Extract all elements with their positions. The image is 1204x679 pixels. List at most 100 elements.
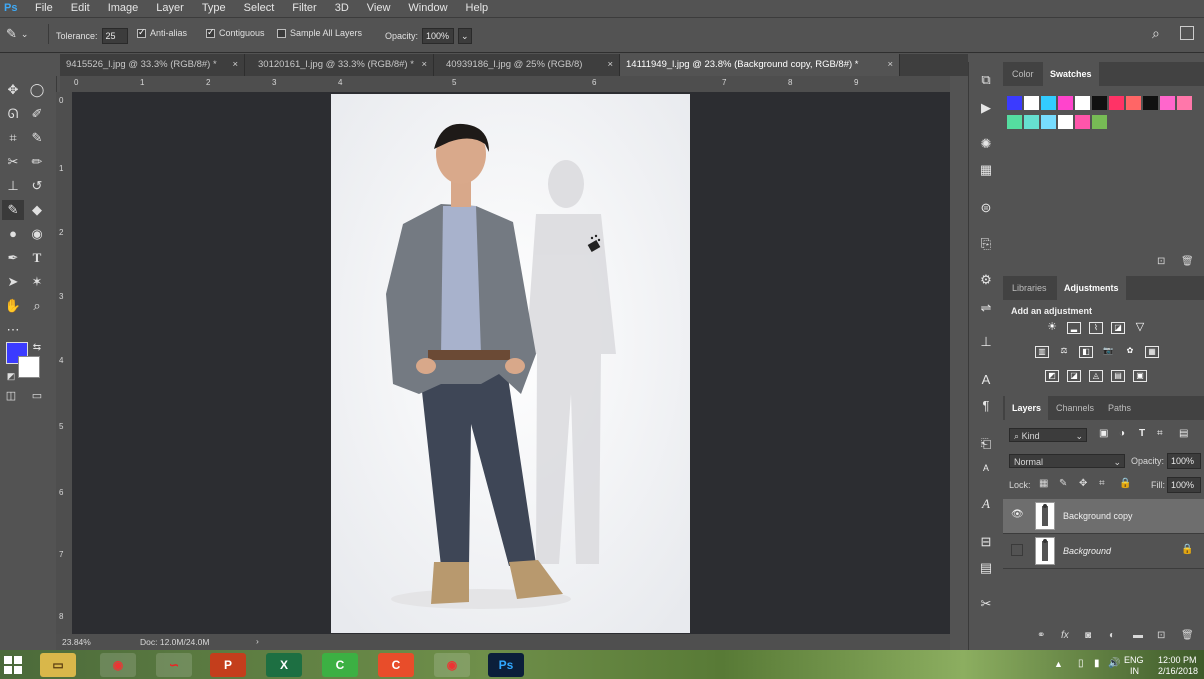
layer-name[interactable]: Background copy xyxy=(1063,511,1133,521)
levels-icon[interactable]: ▂ xyxy=(1067,322,1081,334)
tab-document-3[interactable]: 40939186_l.jpg @ 25% (RGB/8) × xyxy=(440,54,620,76)
tab-color[interactable]: Color xyxy=(1005,62,1041,86)
brush-settings-icon[interactable]: ✺ xyxy=(975,134,997,154)
color-swatch[interactable] xyxy=(1041,115,1056,129)
filter-type-icon[interactable]: T xyxy=(1139,428,1145,439)
curves-icon[interactable]: ⌇ xyxy=(1089,322,1103,334)
filter-kind-dropdown[interactable]: ⌕ Kind ⌄ xyxy=(1009,428,1087,442)
character-icon[interactable]: A xyxy=(975,370,997,390)
color-swatch[interactable] xyxy=(1007,115,1022,129)
notes-icon[interactable]: ▤ xyxy=(975,558,997,578)
color-swatch[interactable] xyxy=(1092,115,1107,129)
menu-edit[interactable]: Edit xyxy=(62,2,99,14)
elliptical-marquee-icon[interactable]: ◯ xyxy=(26,80,48,100)
history-icon[interactable]: ⧉ xyxy=(975,70,997,90)
tab-document-4[interactable]: 14111949_l.jpg @ 23.8% (Background copy,… xyxy=(620,54,900,76)
brush-tool-icon[interactable]: ✏ xyxy=(26,152,48,172)
exposure-icon[interactable]: ◪ xyxy=(1111,322,1125,334)
opacity-input[interactable]: 100% xyxy=(422,28,455,44)
color-swatch[interactable] xyxy=(1024,115,1039,129)
swap-colors-icon[interactable]: ⇆ xyxy=(26,338,48,358)
glyphs-icon[interactable]: A xyxy=(975,494,997,514)
tab-libraries[interactable]: Libraries xyxy=(1005,276,1054,300)
move-tool-icon[interactable]: ✥ xyxy=(2,80,24,100)
clone-source-icon[interactable]: ⎘ xyxy=(975,234,997,254)
pen-tool-icon[interactable]: ✒ xyxy=(2,248,24,268)
actions-play-icon[interactable]: ▶ xyxy=(975,98,997,118)
color-swatch[interactable] xyxy=(1058,115,1073,129)
custom-shape-icon[interactable]: ✶ xyxy=(26,272,48,292)
battery-icon[interactable]: ▯ xyxy=(1078,658,1084,669)
screen-mode-icon[interactable]: ▭ xyxy=(26,386,48,406)
chevron-right-icon[interactable]: › xyxy=(256,636,259,646)
menu-window[interactable]: Window xyxy=(399,2,456,14)
color-swatch[interactable] xyxy=(1041,96,1056,110)
styles-icon[interactable]: ⎗ xyxy=(975,434,997,454)
crop-tool-icon[interactable]: ⌗ xyxy=(2,128,24,148)
network-icon[interactable]: ▮ xyxy=(1094,658,1100,669)
tool-presets-icon[interactable]: ⚙ xyxy=(975,270,997,290)
show-hidden-icons[interactable]: ▲ xyxy=(1054,659,1063,669)
healing-brush-icon[interactable]: ✂ xyxy=(2,152,24,172)
layer-row-background[interactable]: Background 🔒 xyxy=(1003,534,1204,569)
color-swatch[interactable] xyxy=(1075,115,1090,129)
chrome-icon[interactable]: ◉ xyxy=(434,653,470,677)
stamp-icon[interactable]: ⊥ xyxy=(975,332,997,352)
color-swatch[interactable] xyxy=(1075,96,1090,110)
history-brush-icon[interactable]: ↺ xyxy=(26,176,48,196)
opacity-dropdown-icon[interactable]: ⌄ xyxy=(458,28,473,44)
close-icon[interactable]: × xyxy=(607,54,613,76)
menu-file[interactable]: File xyxy=(26,2,62,14)
color-swatch[interactable] xyxy=(1024,96,1039,110)
gradient-map-icon[interactable]: ▤ xyxy=(1111,370,1125,382)
color-swatch[interactable] xyxy=(1007,96,1022,110)
language-indicator[interactable]: ENG xyxy=(1124,655,1144,665)
selective-color-icon[interactable]: ▣ xyxy=(1133,370,1147,382)
sample-all-layers-checkbox[interactable] xyxy=(277,28,286,38)
lock-position-icon[interactable]: ✥ xyxy=(1079,478,1087,489)
new-layer-icon[interactable]: ⊡ xyxy=(1157,630,1165,641)
layer-opacity-input[interactable]: 100% xyxy=(1167,453,1201,469)
black-white-icon[interactable]: ◧ xyxy=(1079,346,1093,358)
invert-icon[interactable]: ◩ xyxy=(1045,370,1059,382)
volume-icon[interactable]: 🔊 xyxy=(1108,658,1120,669)
windows-start-icon[interactable] xyxy=(4,656,22,674)
fill-input[interactable]: 100% xyxy=(1167,477,1201,493)
tolerance-input[interactable]: 25 xyxy=(101,28,128,44)
search-icon[interactable]: ⌕ xyxy=(1152,25,1160,42)
filter-adjustment-icon[interactable]: ◑ xyxy=(1119,428,1125,439)
photoshop-icon[interactable]: Ps xyxy=(488,653,524,677)
more-tools-icon[interactable]: ⋯ xyxy=(2,320,24,340)
tab-swatches[interactable]: Swatches xyxy=(1043,62,1099,86)
channel-mixer-icon[interactable]: ✿ xyxy=(1123,346,1137,358)
delete-layer-icon[interactable]: 🗑 xyxy=(1181,630,1194,641)
magic-eraser-icon[interactable]: ✎ xyxy=(2,200,24,220)
clock-time[interactable]: 12:00 PM xyxy=(1158,655,1197,665)
menu-type[interactable]: Type xyxy=(193,2,235,14)
layer-style-icon[interactable]: fx xyxy=(1061,630,1069,641)
document-canvas[interactable] xyxy=(331,94,690,633)
adjust-sliders-icon[interactable]: ⇌ xyxy=(975,298,997,318)
menu-image[interactable]: Image xyxy=(99,2,148,14)
zoom-level[interactable]: 23.84% xyxy=(62,637,91,647)
lock-all-icon[interactable]: 🔒 xyxy=(1119,478,1131,489)
3d-panel-icon[interactable]: ⊟ xyxy=(975,532,997,552)
sponge-tool-icon[interactable]: ◉ xyxy=(26,224,48,244)
lock-artboard-icon[interactable]: ⌗ xyxy=(1099,478,1105,489)
camtasia-icon[interactable]: C xyxy=(322,653,358,677)
excel-icon[interactable]: X xyxy=(266,653,302,677)
tab-channels[interactable]: Channels xyxy=(1049,396,1101,420)
powerpoint-icon[interactable]: P xyxy=(210,653,246,677)
hand-tool-icon[interactable]: ✋ xyxy=(2,296,24,316)
color-balance-icon[interactable]: ⚖ xyxy=(1057,346,1071,358)
workspace-icon[interactable] xyxy=(1180,26,1194,40)
default-colors-icon[interactable]: ◩ xyxy=(0,366,22,386)
filter-smart-object-icon[interactable]: ▤ xyxy=(1179,428,1188,439)
lock-transparent-icon[interactable]: ▦ xyxy=(1039,478,1048,489)
photo-filter-icon[interactable]: 📷 xyxy=(1101,346,1115,358)
new-swatch-icon[interactable]: ⊡ xyxy=(1157,256,1165,267)
brightness-icon[interactable]: ☀ xyxy=(1045,322,1059,334)
link-layers-icon[interactable]: ⚭ xyxy=(1037,630,1045,641)
menu-filter[interactable]: Filter xyxy=(283,2,325,14)
color-swatch[interactable] xyxy=(1058,96,1073,110)
